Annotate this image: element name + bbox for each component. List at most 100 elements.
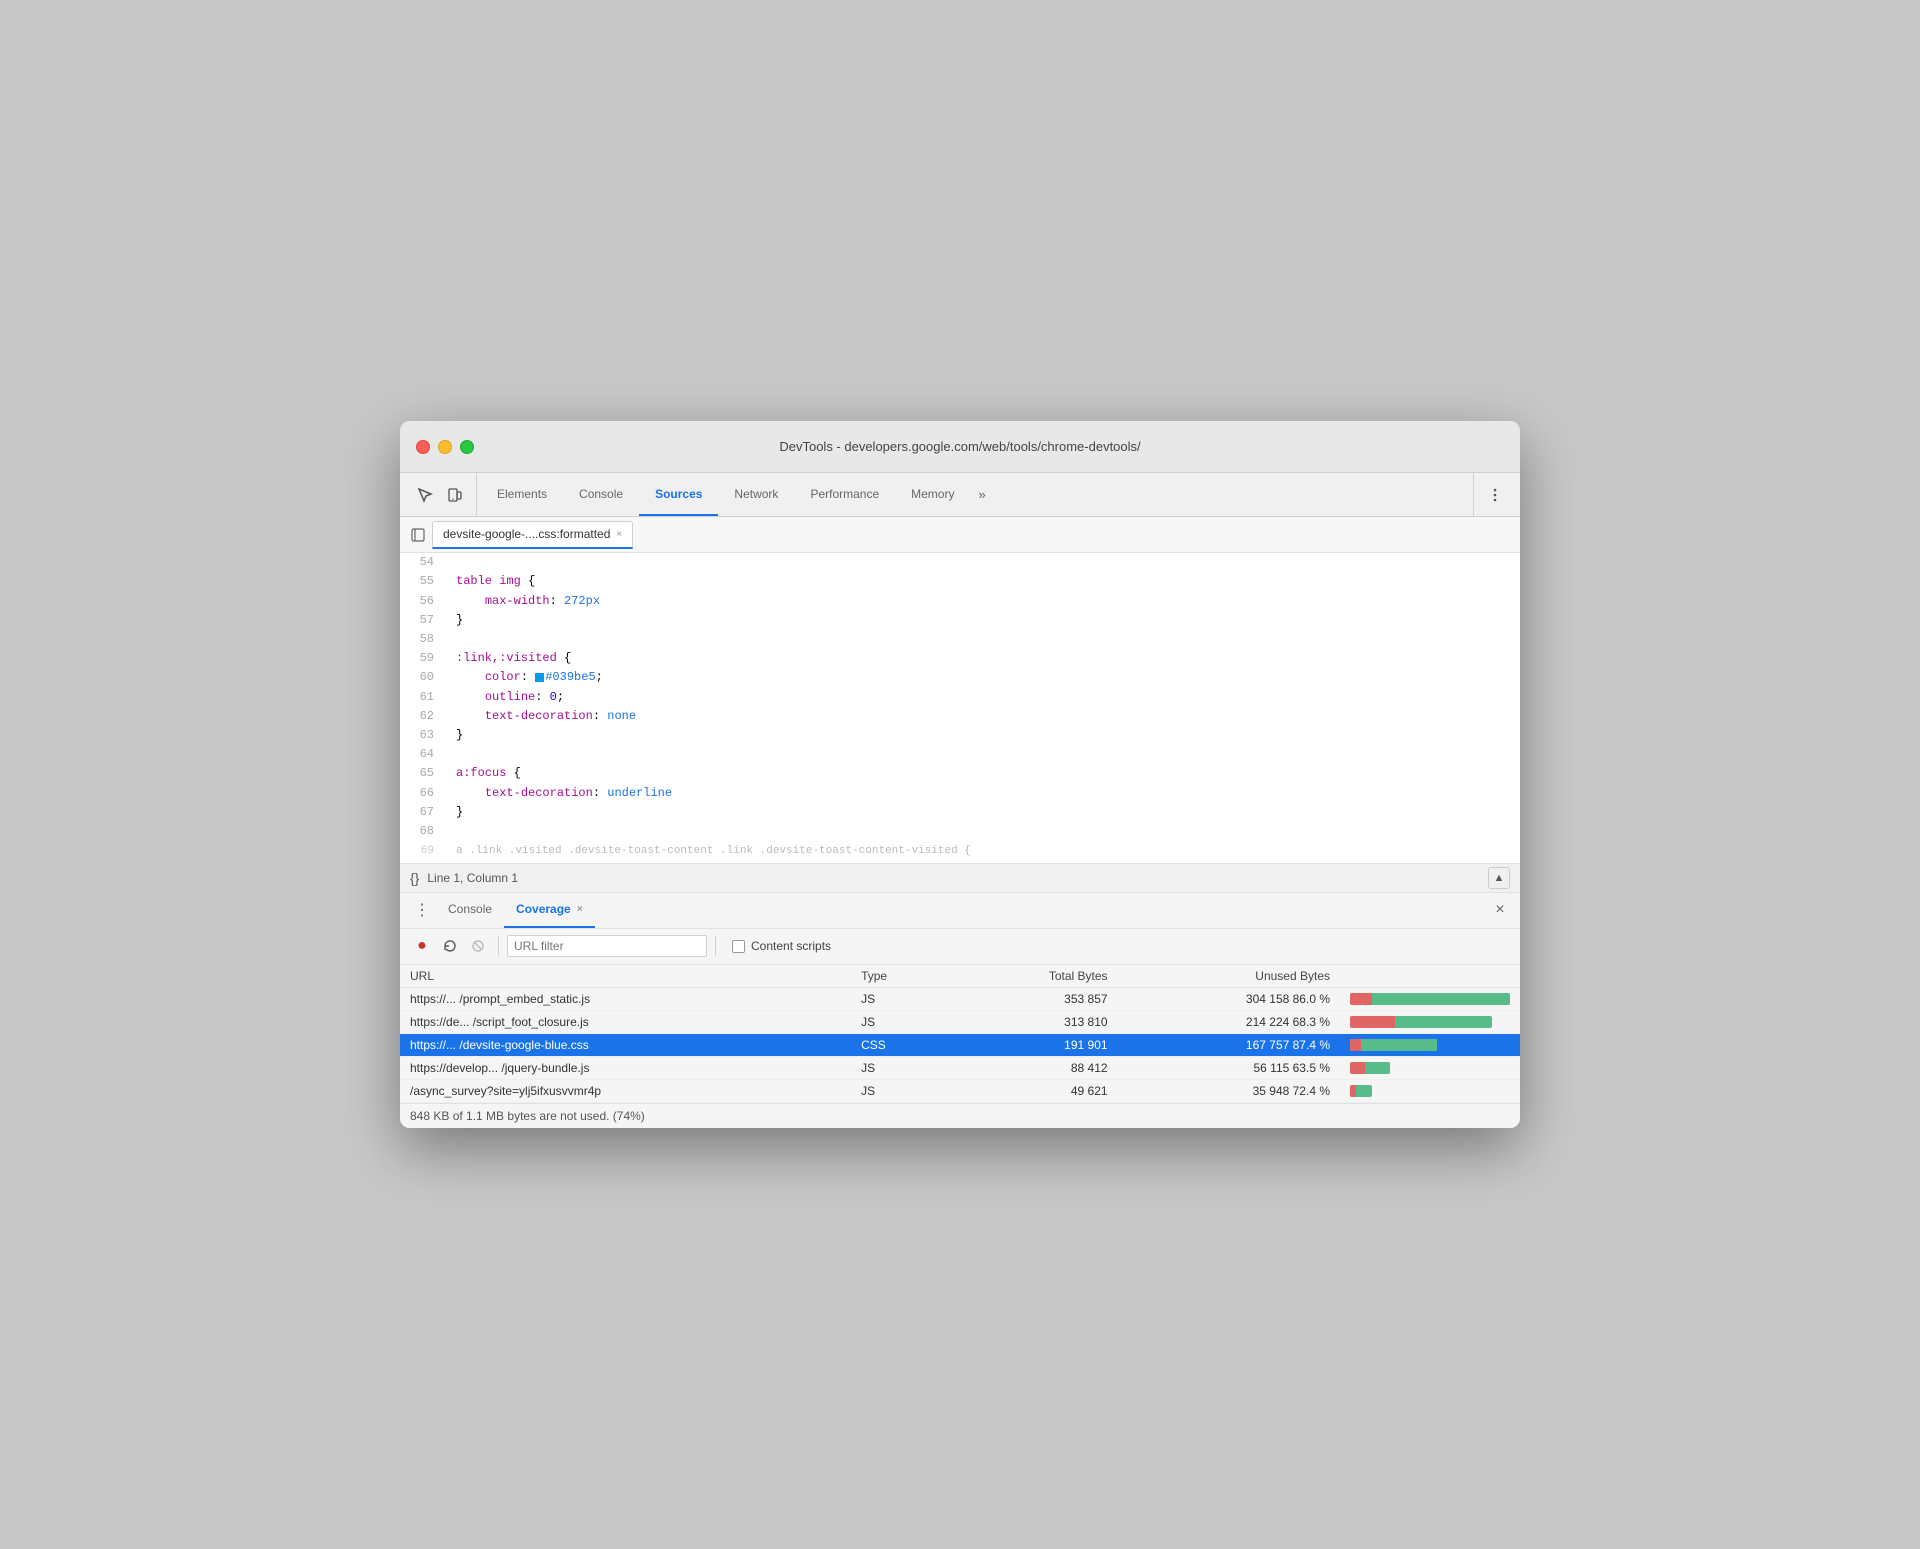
code-line-61: 61 outline: 0;	[400, 688, 1520, 707]
file-tab-name: devsite-google-....css:formatted	[443, 527, 610, 541]
code-line-57: 57 }	[400, 611, 1520, 630]
cell-bar	[1340, 987, 1520, 1010]
bottom-tabs-right: ×	[1488, 898, 1512, 922]
cell-bar	[1340, 1079, 1520, 1102]
cell-type: JS	[851, 987, 949, 1010]
main-tabs-list: Elements Console Sources Network Perform…	[481, 473, 1473, 516]
cell-bar	[1340, 1033, 1520, 1056]
tab-sources[interactable]: Sources	[639, 473, 718, 516]
devtools-window: DevTools - developers.google.com/web/too…	[400, 421, 1520, 1127]
tab-performance[interactable]: Performance	[794, 473, 895, 516]
code-line-58: 58	[400, 630, 1520, 649]
tab-memory[interactable]: Memory	[895, 473, 970, 516]
coverage-tab-close[interactable]: ×	[577, 904, 583, 915]
toggle-sidebar-icon[interactable]	[404, 521, 432, 549]
code-line-overflow: 69 a .link .visited .devsite-toast-conte…	[400, 841, 1520, 863]
cell-type: JS	[851, 1079, 949, 1102]
cell-unused-bytes: 56 115 63.5 %	[1118, 1056, 1340, 1079]
tabs-bar-right	[1473, 473, 1516, 516]
tab-console[interactable]: Console	[563, 473, 639, 516]
record-button[interactable]: ●	[410, 934, 434, 958]
table-row[interactable]: /async_survey?site=ylj5ifxusvvmr4p JS 49…	[400, 1079, 1520, 1102]
content-scripts-checkbox[interactable]	[732, 940, 745, 953]
window-title: DevTools - developers.google.com/web/too…	[779, 439, 1140, 454]
content-scripts-label-text: Content scripts	[751, 939, 831, 953]
tab-elements[interactable]: Elements	[481, 473, 563, 516]
code-editor[interactable]: 54 55 table img { 56 max-width: 272px 57…	[400, 553, 1520, 862]
table-row[interactable]: https://... /prompt_embed_static.js JS 3…	[400, 987, 1520, 1010]
more-options-icon[interactable]	[1482, 482, 1508, 508]
fullscreen-button[interactable]	[460, 440, 474, 454]
toolbar-separator-2	[715, 936, 716, 956]
inspect-icon[interactable]	[412, 482, 438, 508]
cell-unused-bytes: 35 948 72.4 %	[1118, 1079, 1340, 1102]
file-tab-bar: devsite-google-....css:formatted ×	[400, 517, 1520, 553]
cell-total-bytes: 353 857	[949, 987, 1117, 1010]
stop-button[interactable]	[466, 934, 490, 958]
url-filter-input[interactable]	[507, 935, 707, 957]
cell-total-bytes: 88 412	[949, 1056, 1117, 1079]
coverage-toolbar: ● Content scripts	[400, 929, 1520, 965]
tab-bar-left-icons	[404, 473, 477, 516]
cell-unused-bytes: 304 158 86.0 %	[1118, 987, 1340, 1010]
bottom-panel-more-icon[interactable]: ⋮	[408, 896, 436, 924]
table-row[interactable]: https://de... /script_foot_closure.js JS…	[400, 1010, 1520, 1033]
cell-total-bytes: 313 810	[949, 1010, 1117, 1033]
cell-unused-bytes: 214 224 68.3 %	[1118, 1010, 1340, 1033]
code-line-64: 64	[400, 745, 1520, 764]
active-file-tab[interactable]: devsite-google-....css:formatted ×	[432, 521, 633, 549]
cell-url: https://de... /script_foot_closure.js	[400, 1010, 851, 1033]
coverage-table: URL Type Total Bytes Unused Bytes https:…	[400, 965, 1520, 1103]
cell-url: https://... /prompt_embed_static.js	[400, 987, 851, 1010]
col-total-bytes: Total Bytes	[949, 965, 1117, 988]
status-left: {} Line 1, Column 1	[410, 870, 518, 886]
cell-url: https://... /devsite-google-blue.css	[400, 1033, 851, 1056]
bottom-panel: ⋮ Console Coverage × × ●	[400, 893, 1520, 1128]
close-panel-button[interactable]: ×	[1488, 898, 1512, 922]
close-button[interactable]	[416, 440, 430, 454]
scroll-to-top-icon[interactable]: ▲	[1488, 867, 1510, 889]
table-row[interactable]: https://... /devsite-google-blue.css CSS…	[400, 1033, 1520, 1056]
refresh-button[interactable]	[438, 934, 462, 958]
cell-unused-bytes: 167 757 87.4 %	[1118, 1033, 1340, 1056]
content-scripts-checkbox-label[interactable]: Content scripts	[732, 939, 831, 953]
code-line-59: 59 :link,:visited {	[400, 649, 1520, 668]
code-line-65: 65 a:focus {	[400, 764, 1520, 783]
cell-total-bytes: 49 621	[949, 1079, 1117, 1102]
col-bar	[1340, 965, 1520, 988]
col-unused-bytes: Unused Bytes	[1118, 965, 1340, 988]
file-tab-close-button[interactable]: ×	[616, 529, 622, 540]
code-line-68: 68	[400, 822, 1520, 841]
cell-type: JS	[851, 1056, 949, 1079]
main-tabs-bar: Elements Console Sources Network Perform…	[400, 473, 1520, 517]
cell-type: CSS	[851, 1033, 949, 1056]
tab-network[interactable]: Network	[718, 473, 794, 516]
code-line-55: 55 table img {	[400, 572, 1520, 591]
pretty-print-icon[interactable]: {}	[410, 870, 419, 886]
device-icon[interactable]	[442, 482, 468, 508]
cell-type: JS	[851, 1010, 949, 1033]
bottom-tabs-bar: ⋮ Console Coverage × ×	[400, 893, 1520, 929]
tab-more[interactable]: »	[970, 473, 993, 516]
status-bar: {} Line 1, Column 1 ▲	[400, 863, 1520, 893]
toolbar-separator	[498, 936, 499, 956]
code-line-66: 66 text-decoration: underline	[400, 784, 1520, 803]
status-position: Line 1, Column 1	[427, 871, 518, 885]
bottom-tab-console[interactable]: Console	[436, 893, 504, 928]
code-line-63: 63 }	[400, 726, 1520, 745]
traffic-lights	[416, 440, 474, 454]
cell-url: /async_survey?site=ylj5ifxusvvmr4p	[400, 1079, 851, 1102]
cell-url: https://develop... /jquery-bundle.js	[400, 1056, 851, 1079]
col-url: URL	[400, 965, 851, 988]
table-header-row: URL Type Total Bytes Unused Bytes	[400, 965, 1520, 988]
cell-bar	[1340, 1056, 1520, 1079]
code-line-54: 54	[400, 553, 1520, 572]
code-line-56: 56 max-width: 272px	[400, 592, 1520, 611]
title-bar: DevTools - developers.google.com/web/too…	[400, 421, 1520, 473]
code-line-62: 62 text-decoration: none	[400, 707, 1520, 726]
bottom-tab-coverage[interactable]: Coverage ×	[504, 893, 595, 928]
code-line-60: 60 color: #039be5;	[400, 668, 1520, 687]
coverage-footer: 848 KB of 1.1 MB bytes are not used. (74…	[400, 1103, 1520, 1128]
minimize-button[interactable]	[438, 440, 452, 454]
table-row[interactable]: https://develop... /jquery-bundle.js JS …	[400, 1056, 1520, 1079]
